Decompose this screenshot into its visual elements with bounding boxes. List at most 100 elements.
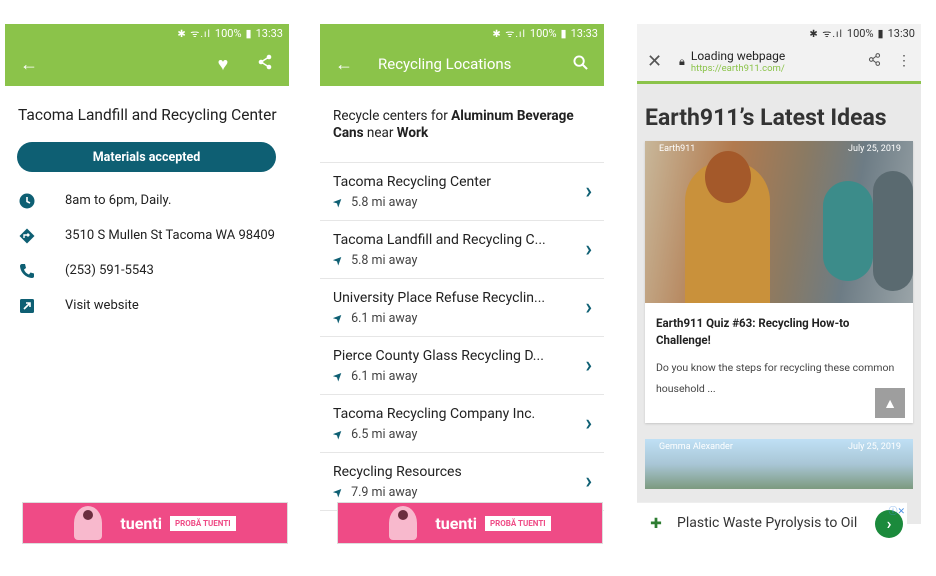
page-title: Recycling Locations: [378, 55, 512, 73]
navigation-arrow-icon: ➤: [333, 193, 347, 210]
status-bar: ✱ ᯤ.ıl 100% ▮ 13:33: [320, 24, 604, 42]
battery-icon: ▮: [245, 26, 252, 40]
ad-banner[interactable]: ✚ Plastic Waste Pyrolysis to Oil › ⓘ✕: [637, 502, 907, 544]
back-arrow-icon[interactable]: ←: [17, 54, 41, 75]
ad-cta-button[interactable]: PROBĂ TUENTI: [170, 515, 236, 531]
navigation-arrow-icon: ➤: [333, 367, 347, 384]
external-link-icon: [17, 296, 37, 316]
clock: 13:30: [887, 26, 915, 40]
chevron-right-icon: ›: [585, 179, 592, 204]
location-name: Tacoma Landfill and Recycling C...: [333, 231, 546, 248]
app-bar: ← Recycling Locations: [320, 42, 604, 86]
location-distance: 6.1 mi away: [351, 368, 418, 384]
location-name: Tacoma Recycling Center: [333, 173, 492, 190]
ad-text: Plastic Waste Pyrolysis to Oil: [677, 515, 858, 531]
article-excerpt: Do you know the steps for recycling thes…: [656, 361, 895, 395]
article-date: July 25, 2019: [848, 144, 901, 154]
chevron-right-icon: ›: [585, 237, 592, 262]
status-icons: ✱ ᯤ.ıl: [177, 29, 211, 40]
close-icon[interactable]: ✕: [647, 51, 671, 72]
battery-icon: ▮: [877, 26, 884, 40]
website-row[interactable]: Visit website: [17, 288, 289, 323]
location-list-item[interactable]: University Place Refuse Recyclin... ➤ 6.1…: [320, 279, 604, 337]
article-date: July 25, 2019: [848, 442, 901, 452]
navigation-arrow-icon: ➤: [333, 309, 347, 326]
address-text: 3510 S Mullen St Tacoma WA 98409: [65, 228, 275, 243]
location-distance: 7.9 mi away: [351, 484, 418, 500]
share-icon[interactable]: [253, 54, 277, 75]
ad-cta-button[interactable]: PROBĂ TUENTI: [485, 515, 551, 531]
navigation-arrow-icon: ➤: [333, 425, 347, 442]
ad-logo-icon: ✚: [650, 515, 662, 532]
back-arrow-icon[interactable]: ←: [332, 54, 356, 75]
chevron-right-icon: ›: [585, 295, 592, 320]
screen-location-detail: ✱ ᯤ.ıl 100% ▮ 13:33 ← ♥ Tacoma Landfill …: [5, 24, 289, 544]
search-icon[interactable]: [568, 54, 592, 75]
chevron-right-icon: ›: [585, 353, 592, 378]
ad-banner[interactable]: tuenti PROBĂ TUENTI: [22, 502, 288, 544]
navigation-arrow-icon: ➤: [333, 483, 347, 500]
battery-level: 100%: [846, 26, 874, 40]
navigation-arrow-icon: ➤: [333, 251, 347, 268]
location-list-item[interactable]: Tacoma Landfill and Recycling C... ➤ 5.8 …: [320, 221, 604, 279]
status-icons: ✱ ᯤ.ıl: [492, 29, 526, 40]
clock: 13:33: [255, 26, 283, 40]
status-bar: ✱ ᯤ.ıl 100% ▮ 13:33: [5, 24, 289, 42]
ad-brand: tuenti: [435, 513, 477, 533]
locations-list: Tacoma Recycling Center ➤ 5.8 mi away › T…: [320, 163, 604, 511]
chevron-right-icon: ›: [585, 469, 592, 494]
hours-row: 8am to 6pm, Daily.: [17, 183, 289, 218]
article-image: Earth911 July 25, 2019: [645, 141, 913, 303]
browser-toolbar: ✕ 🔒︎ Loading webpage https://earth911.co…: [637, 42, 921, 84]
lock-icon: 🔒︎: [679, 54, 685, 68]
location-name: Recycling Resources: [333, 463, 462, 480]
more-options-icon[interactable]: ⋮: [897, 53, 911, 70]
location-list-item[interactable]: Tacoma Recycling Company Inc. ➤ 6.5 mi aw…: [320, 395, 604, 453]
status-icons: ✱ ᯤ.ıl: [809, 29, 843, 40]
battery-level: 100%: [529, 26, 557, 40]
browser-page-title: Loading webpage: [690, 49, 786, 63]
article-author: Earth911: [659, 144, 696, 154]
ad-choices-icon[interactable]: ⓘ✕: [888, 504, 905, 517]
article-author: Gemma Alexander: [659, 442, 733, 452]
hours-text: 8am to 6pm, Daily.: [65, 193, 172, 208]
location-name: University Place Refuse Recyclin...: [333, 289, 546, 306]
query-mid: near: [363, 125, 397, 141]
query-place: Work: [396, 125, 429, 141]
chevron-right-icon: ›: [585, 411, 592, 436]
ad-brand: tuenti: [120, 513, 162, 533]
status-bar: ✱ ᯤ.ıl 100% ▮ 13:30: [637, 24, 921, 42]
web-content: Earth911’s Latest Ideas Earth911 July 25…: [637, 84, 921, 524]
location-title: Tacoma Landfill and Recycling Center: [18, 106, 277, 124]
ad-illustration: [389, 506, 418, 540]
browser-url: https://earth911.com/: [690, 63, 785, 74]
location-distance: 6.1 mi away: [351, 310, 418, 326]
article-card[interactable]: Earth911 July 25, 2019 Earth911 Quiz #63…: [645, 141, 913, 423]
clock: 13:33: [570, 26, 598, 40]
favorite-heart-icon[interactable]: ♥: [211, 54, 235, 75]
ad-banner[interactable]: tuenti PROBĂ TUENTI: [337, 502, 603, 544]
article-card[interactable]: Gemma Alexander July 25, 2019: [645, 439, 913, 489]
phone-row[interactable]: (253) 591-5543: [17, 253, 289, 288]
clock-icon: [17, 191, 37, 211]
share-icon[interactable]: [868, 53, 881, 70]
address-row[interactable]: 3510 S Mullen St Tacoma WA 98409: [17, 218, 289, 253]
results-header: Recycle centers for Aluminum Beverage Ca…: [320, 86, 604, 163]
page-headline: Earth911’s Latest Ideas: [645, 104, 887, 131]
article-title[interactable]: Earth911 Quiz #63: Recycling How-to Chal…: [656, 315, 902, 349]
location-list-item[interactable]: Pierce County Glass Recycling D... ➤ 6.1 …: [320, 337, 604, 395]
query-prefix: Recycle centers for: [333, 108, 452, 124]
scroll-to-top-button[interactable]: ▲: [875, 388, 905, 418]
phone-icon: [17, 261, 37, 281]
location-name: Tacoma Recycling Company Inc.: [333, 405, 536, 422]
directions-icon: [17, 226, 37, 246]
screen-recycling-locations: ✱ ᯤ.ıl 100% ▮ 13:33 ← Recycling Location…: [320, 24, 604, 544]
materials-accepted-button[interactable]: Materials accepted: [17, 142, 276, 172]
location-name: Pierce County Glass Recycling D...: [333, 347, 544, 364]
location-distance: 6.5 mi away: [351, 426, 418, 442]
location-list-item[interactable]: Tacoma Recycling Center ➤ 5.8 mi away ›: [320, 163, 604, 221]
battery-icon: ▮: [560, 26, 567, 40]
screen-in-app-browser: ✱ ᯤ.ıl 100% ▮ 13:30 ✕ 🔒︎ Loading webpage…: [637, 24, 921, 544]
website-link: Visit website: [65, 298, 139, 313]
location-distance: 5.8 mi away: [351, 252, 418, 268]
